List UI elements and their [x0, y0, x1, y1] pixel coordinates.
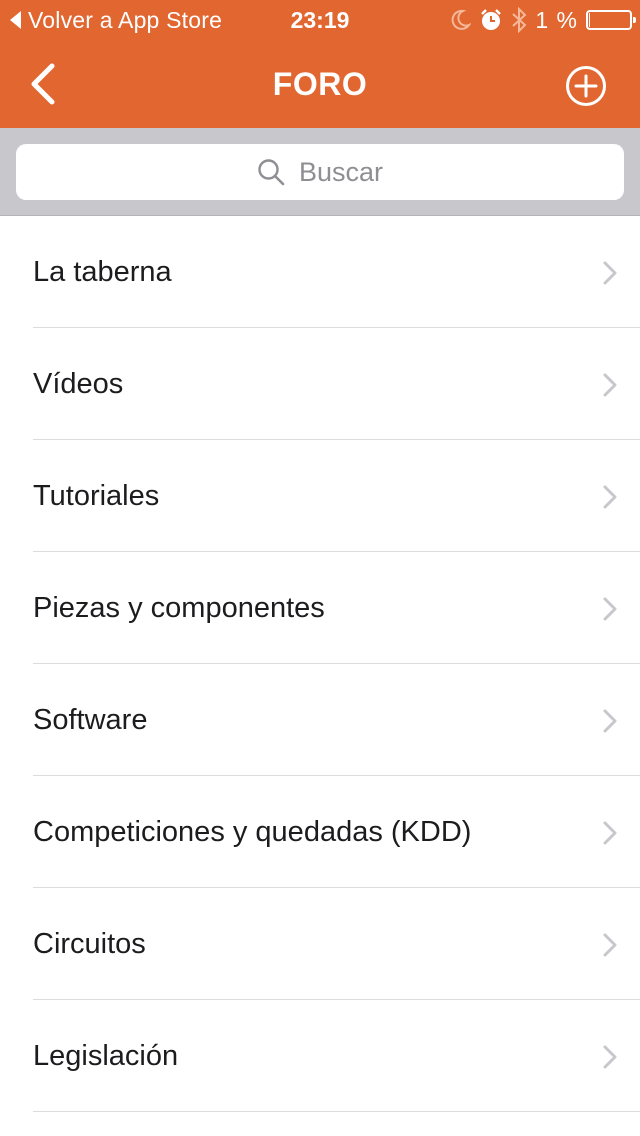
chevron-right-icon: [603, 485, 617, 509]
status-bar: Volver a App Store 23:19 1 %: [0, 0, 640, 40]
chevron-right-icon: [603, 821, 617, 845]
list-item[interactable]: Vídeos: [0, 328, 640, 440]
chevron-right-icon: [603, 933, 617, 957]
navigation-bar: FORO: [0, 40, 640, 128]
chevron-right-icon: [603, 1045, 617, 1069]
battery-percent: 1 %: [535, 6, 578, 33]
search-bar: Buscar: [0, 128, 640, 216]
header: Volver a App Store 23:19 1 % FORO: [0, 0, 640, 128]
list-item-label: Vídeos: [33, 367, 124, 400]
list-item[interactable]: La taberna: [0, 216, 640, 328]
list-item-label: Legislación: [33, 1039, 179, 1072]
list-item[interactable]: Tutoriales: [0, 440, 640, 552]
list-item[interactable]: Software: [0, 664, 640, 776]
search-input[interactable]: Buscar: [16, 144, 624, 200]
battery-icon: [586, 10, 636, 30]
status-indicators: 1 %: [451, 6, 636, 34]
bluetooth-icon: [512, 7, 527, 33]
list-item[interactable]: Piezas y componentes: [0, 552, 640, 664]
page-title: FORO: [272, 66, 368, 102]
chevron-right-icon: [603, 709, 617, 733]
list-item[interactable]: Competiciones y quedadas (KDD): [0, 776, 640, 888]
list-item-label: Circuitos: [33, 927, 146, 960]
chevron-right-icon: [603, 597, 617, 621]
alarm-icon: [481, 9, 502, 30]
search-icon: [258, 159, 285, 186]
battery-fill: [589, 13, 591, 27]
list-item-label: Tutoriales: [33, 479, 160, 512]
list-item[interactable]: Legislación: [0, 1000, 640, 1112]
list-item[interactable]: Circuitos: [0, 888, 640, 1000]
chevron-right-icon: [603, 373, 617, 397]
plus-circle-icon[interactable]: [564, 64, 608, 108]
list-item-label: Software: [33, 703, 148, 736]
list-item-label: Piezas y componentes: [33, 591, 325, 624]
search-placeholder: Buscar: [298, 156, 384, 187]
list-item-label: La taberna: [33, 255, 172, 288]
moon-icon: [452, 9, 472, 30]
forum-category-list: La taberna Vídeos Tutoriales Piezas y compo…: [0, 216, 640, 1112]
chevron-right-icon: [603, 261, 617, 285]
list-item-label: Competiciones y quedadas (KDD): [33, 815, 472, 848]
